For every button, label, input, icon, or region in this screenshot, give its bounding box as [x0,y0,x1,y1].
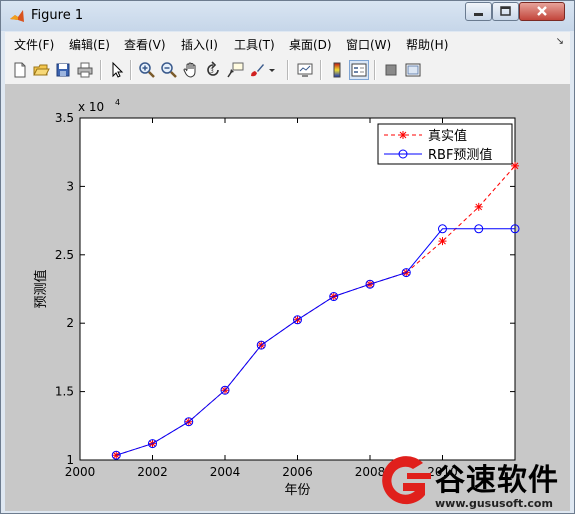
x-tick-label: 2002 [137,465,168,479]
toolbar-separator [130,60,132,80]
title-bar[interactable]: Figure 1 [1,1,574,31]
link-plot-icon[interactable] [296,61,314,79]
menu-desktop[interactable]: 桌面(D) [289,36,332,53]
toolbar-separator [374,60,376,80]
x-tick-label: 2006 [282,465,313,479]
menu-bar: 文件(F) 编辑(E) 查看(V) 插入(I) 工具(T) 桌面(D) 窗口(W… [5,32,570,57]
menu-tools[interactable]: 工具(T) [234,36,275,53]
window-title: Figure 1 [31,8,84,23]
menu-file[interactable]: 文件(F) [14,36,54,53]
rotate-3d-icon[interactable]: 3 [204,61,222,79]
zoom-out-icon[interactable] [160,61,178,79]
y-exponent-power: 4 [115,98,120,107]
y-tick-label: 1.5 [55,385,74,399]
figure-window: Figure 1 文件(F) 编辑(E) 查看(V) 插入(I) 工具(T) 桌… [0,0,575,514]
hide-plot-tools-icon[interactable] [382,61,400,79]
x-axis-label: 年份 [284,483,310,498]
toolbar-separator [320,60,322,80]
toolbar-separator [100,60,102,80]
data-point-series-0 [474,202,483,211]
figure-toolbar: 3 [5,56,570,85]
y-tick-label: 1 [66,453,74,467]
x-tick-label: 2000 [65,465,96,479]
legend-marker-0 [399,131,407,139]
close-button[interactable] [519,2,565,21]
data-cursor-icon[interactable] [226,61,244,79]
brush-dropdown-icon[interactable] [267,61,277,79]
legend-label-0: 真实值 [428,128,467,144]
matlab-logo-icon [9,8,25,24]
new-figure-icon[interactable] [11,61,29,79]
zoom-in-icon[interactable] [138,61,156,79]
menu-edit[interactable]: 编辑(E) [69,36,110,53]
x-tick-label: 2004 [210,465,241,479]
x-tick-label: 2008 [355,465,386,479]
x-tick-label: 2010 [427,465,458,479]
save-icon[interactable] [54,61,72,79]
y-tick-label: 2.5 [55,248,74,262]
line-chart[interactable]: 2000 2002 2004 2006 2008 2010 1 1.5 2 2.5 3 3.5 x 10… [5,85,570,511]
menu-insert[interactable]: 插入(I) [181,36,218,53]
maximize-button[interactable] [492,2,519,21]
menu-overflow-arrow-icon[interactable]: ↘ [556,36,564,47]
show-plot-tools-icon[interactable] [404,61,422,79]
minimize-button[interactable] [465,2,492,21]
svg-text:3: 3 [210,68,214,75]
pan-hand-icon[interactable] [182,61,200,79]
menu-view[interactable]: 查看(V) [124,36,166,53]
y-tick-label: 3 [66,179,74,193]
brush-icon[interactable] [248,61,266,79]
y-axis-label: 预测值 [33,269,49,308]
legend-icon[interactable] [349,60,369,80]
y-tick-label: 2 [66,316,74,330]
open-file-icon[interactable] [32,61,50,79]
y-exponent-label: x 10 [78,100,104,114]
y-tick-label: 3.5 [55,111,74,125]
axes-box [79,117,516,461]
figure-canvas[interactable]: 2000 2002 2004 2006 2008 2010 1 1.5 2 2.5 3 3.5 x 10… [5,85,570,511]
toolbar-separator [287,60,289,80]
legend-label-1: RBF预测值 [428,147,492,163]
menu-window[interactable]: 窗口(W) [346,36,391,53]
colorbar-icon[interactable] [328,61,346,79]
menu-help[interactable]: 帮助(H) [406,36,448,53]
data-point-series-0 [438,237,447,246]
edit-plot-arrow-icon[interactable] [108,61,126,79]
print-icon[interactable] [76,61,94,79]
